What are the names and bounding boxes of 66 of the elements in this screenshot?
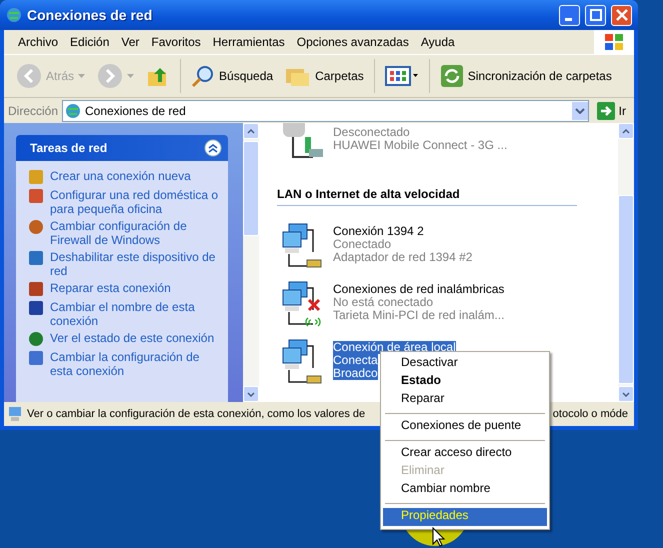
address-label: Dirección (8, 104, 58, 118)
close-icon (616, 9, 628, 21)
status-text: Ver o cambiar la configuración de esta conexión, como los valores de (27, 408, 366, 420)
connection-detail: Tarieta Mini-PCI de red inalám... (333, 309, 504, 322)
chevron-down-icon (247, 392, 255, 396)
sync-button[interactable]: Sincronización de carpetas (436, 62, 616, 90)
connection-detail: Adaptador de red 1394 #2 (333, 251, 472, 264)
search-icon (191, 64, 216, 88)
computer-icon (8, 406, 22, 422)
menu-item[interactable]: Opciones avanzadas (290, 35, 415, 49)
chevron-down-icon (622, 392, 630, 396)
sync-icon (440, 64, 464, 88)
connection-detail: Conecta (333, 354, 378, 367)
folders-button[interactable]: Carpetas (281, 63, 368, 89)
menu-item[interactable]: Ver (115, 35, 146, 49)
menu-item[interactable]: Conexiones de puente (383, 418, 547, 436)
menu-item[interactable]: Edición (64, 35, 116, 49)
minimize-icon (564, 18, 572, 20)
menu-item[interactable]: Ayuda (414, 35, 461, 49)
dropdown-button[interactable] (572, 102, 588, 120)
caret-icon (127, 74, 134, 78)
menu-item[interactable]: Herramientas (206, 35, 291, 49)
views-icon (384, 65, 419, 87)
chevron-up-icon (247, 128, 255, 134)
task-link[interactable]: Deshabilitar este dispositivo de red (50, 250, 222, 278)
connection-detail: No está conectado (333, 296, 434, 309)
connection-detail: Desconectado (333, 126, 410, 139)
chevron-down-icon (574, 108, 585, 114)
scrollbar[interactable] (243, 123, 259, 402)
menu-item[interactable]: Desactivar (383, 355, 547, 373)
group-header: LAN o Internet de alta velocidad (277, 175, 577, 206)
connection-detail: Broadco (333, 367, 378, 380)
menu-item[interactable]: Crear acceso directo (383, 445, 547, 463)
connection-detail: Conectado (333, 238, 392, 251)
status-text: otocolo o móde (552, 408, 628, 420)
task-panel-title: Tareas de red (30, 141, 108, 155)
window-title: Conexiones de red (27, 7, 154, 23)
task-link[interactable]: Crear una conexión nueva (50, 169, 191, 183)
menu-item[interactable]: Reparar (383, 391, 547, 409)
task-link[interactable]: Cambiar la configuración de esta conexión (50, 350, 222, 378)
collapse-icon[interactable] (204, 139, 222, 157)
go-button[interactable]: Ir (592, 102, 630, 120)
caret-icon (78, 74, 86, 78)
close-button[interactable] (611, 4, 632, 26)
menu-item[interactable]: Cambiar nombre (383, 481, 547, 499)
network-globe-icon (65, 102, 82, 118)
connection-detail: HUAWEI Mobile Connect - 3G ... (333, 139, 508, 152)
minimize-button[interactable] (559, 4, 580, 26)
maximize-button[interactable] (585, 4, 606, 26)
chevron-up-icon (622, 128, 630, 134)
menu-item[interactable]: Propiedades (383, 508, 547, 526)
task-link[interactable]: Configurar una red doméstica o para pequeña oficina (50, 188, 222, 216)
task-link[interactable]: Ver el estado de este conexión (50, 331, 214, 345)
search-button[interactable]: Búsqueda (187, 62, 278, 90)
task-link[interactable]: Cambiar el nombre de esta conexión (50, 300, 222, 328)
scrollbar[interactable] (618, 123, 634, 402)
task-link[interactable]: Cambiar configuración de Firewall de Windows (50, 219, 222, 247)
menu-item[interactable]: Favoritos (145, 35, 207, 49)
address-field[interactable]: Conexiones de red (62, 100, 589, 122)
menu-item[interactable]: Estado (383, 373, 547, 391)
connection-name[interactable]: Conexiones de red inalámbricas (333, 283, 504, 296)
task-link[interactable]: Reparar esta conexión (50, 281, 171, 295)
maximize-icon (590, 9, 602, 21)
connection-name[interactable]: Conexión 1394 2 (333, 225, 424, 238)
network-globe-icon (6, 7, 22, 23)
menu-item[interactable]: Archivo (12, 35, 64, 49)
